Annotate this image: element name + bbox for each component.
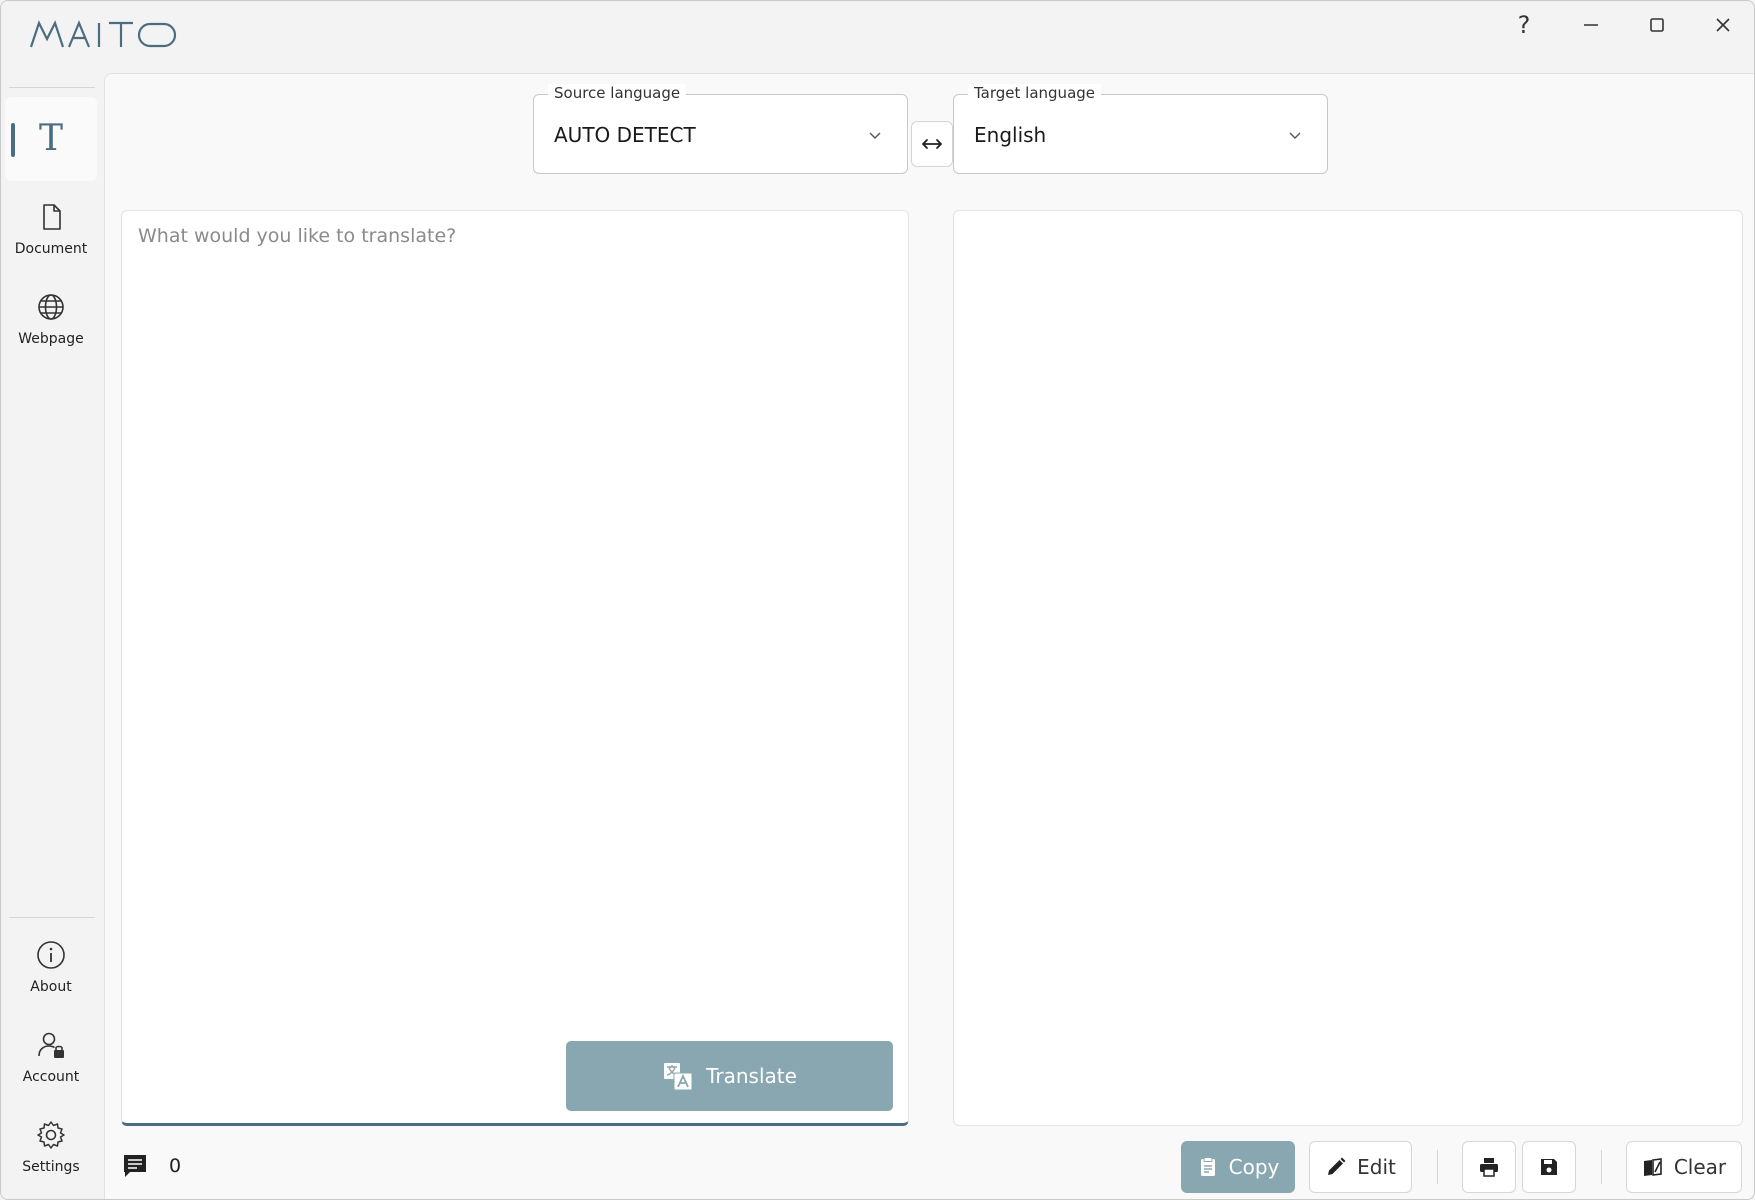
source-language-select[interactable]: Source language AUTO DETECT	[533, 84, 908, 174]
printer-icon	[1480, 1158, 1498, 1177]
sidebar-item-document[interactable]: Document	[5, 187, 97, 271]
sidebar-item-about[interactable]: About	[5, 925, 97, 1009]
info-icon	[35, 939, 67, 975]
edit-button-label: Edit	[1357, 1155, 1396, 1179]
sidebar-item-label: Settings	[22, 1159, 80, 1175]
save-button[interactable]	[1522, 1141, 1576, 1193]
sidebar-item-account[interactable]: Account	[5, 1015, 97, 1099]
edit-button[interactable]: Edit	[1309, 1141, 1412, 1193]
sidebar-item-label: Document	[14, 241, 88, 257]
gear-icon	[35, 1119, 67, 1155]
eraser-book-icon	[1643, 1158, 1662, 1176]
swap-languages-button[interactable]	[911, 121, 953, 167]
maito-logo-icon	[29, 20, 177, 48]
app-logo	[29, 17, 179, 61]
source-language-value: AUTO DETECT	[554, 123, 696, 147]
toolbar-divider	[1437, 1150, 1438, 1184]
translate-button[interactable]: Translate	[566, 1041, 893, 1111]
translation-output-panel[interactable]	[953, 210, 1743, 1126]
clear-button-label: Clear	[1673, 1155, 1727, 1179]
print-button[interactable]	[1462, 1141, 1516, 1193]
app-window: ? T Document Webpage About Account Setti…	[0, 0, 1755, 1200]
sidebar-item-webpage[interactable]: Webpage	[5, 277, 97, 361]
character-count-value: 0	[169, 1155, 182, 1177]
sidebar-divider	[9, 87, 95, 88]
chevron-down-icon	[867, 127, 883, 147]
translate-button-label: Translate	[706, 1064, 797, 1088]
floppy-disk-icon	[1541, 1159, 1557, 1175]
close-icon	[1716, 18, 1730, 32]
source-text-panel: Translate	[121, 210, 909, 1126]
sidebar: T Document Webpage About Account Setting…	[1, 73, 104, 1199]
globe-icon	[35, 291, 67, 327]
text-icon: T	[38, 118, 63, 159]
clipboard-icon	[1200, 1157, 1215, 1176]
target-language-select[interactable]: Target language English	[953, 84, 1328, 174]
sidebar-item-label: Account	[22, 1069, 80, 1085]
source-text-input[interactable]	[122, 211, 908, 1031]
active-indicator	[11, 123, 15, 157]
swap-arrows-icon	[922, 139, 942, 149]
pencil-icon	[1328, 1157, 1346, 1175]
source-language-legend: Source language	[548, 84, 687, 102]
close-button[interactable]	[1690, 1, 1754, 49]
comment-icon	[124, 1155, 146, 1177]
account-icon	[35, 1029, 67, 1065]
clear-button[interactable]: Clear	[1626, 1141, 1742, 1193]
maximize-button[interactable]	[1624, 1, 1690, 49]
translate-icon	[664, 1063, 693, 1091]
sidebar-item-settings[interactable]: Settings	[5, 1105, 97, 1189]
copy-button-label: Copy	[1228, 1155, 1280, 1179]
main-content: Source language AUTO DETECT Target langu…	[104, 73, 1754, 1199]
toolbar-divider	[1601, 1150, 1602, 1184]
copy-button[interactable]: Copy	[1181, 1141, 1295, 1193]
sidebar-item-label: Webpage	[18, 331, 84, 347]
sidebar-item-label: About	[30, 979, 72, 995]
target-language-value: English	[974, 123, 1047, 147]
sidebar-divider	[9, 917, 95, 918]
minimize-icon	[1584, 24, 1598, 26]
maximize-icon	[1650, 18, 1664, 32]
sidebar-item-text[interactable]: T	[5, 97, 97, 181]
minimize-button[interactable]	[1558, 1, 1624, 49]
document-icon	[35, 201, 67, 237]
target-language-legend: Target language	[968, 84, 1102, 102]
character-count: 0	[121, 1152, 181, 1180]
help-button[interactable]: ?	[1491, 1, 1557, 49]
chevron-down-icon	[1287, 127, 1303, 147]
title-bar: ?	[1, 1, 1754, 73]
